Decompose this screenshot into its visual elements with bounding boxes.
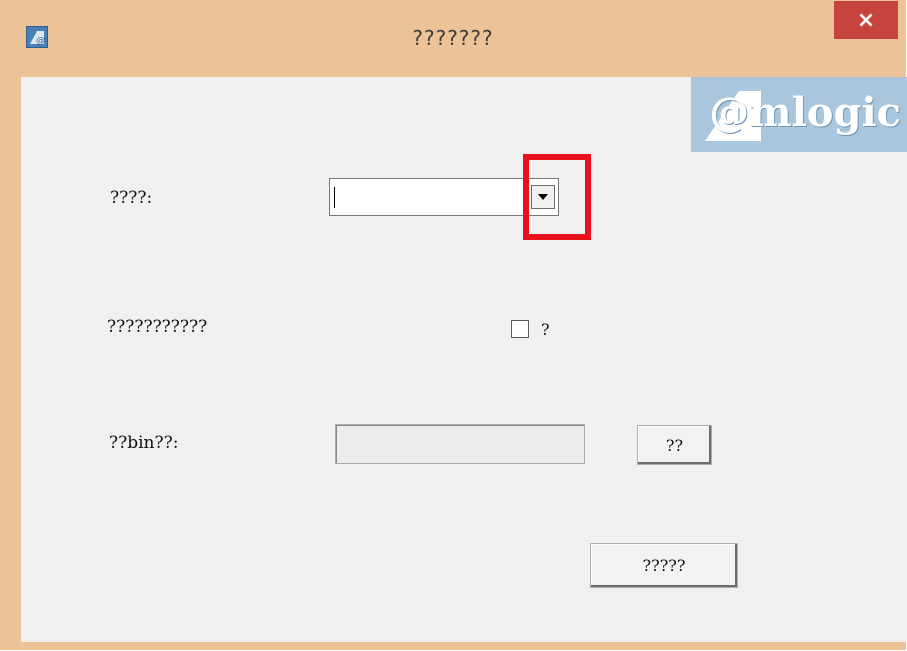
text-caret [334,187,335,208]
browse-button[interactable]: ?? [637,425,712,465]
app-window: @ ??????? × @mlogic ????: ??????????? ? … [0,0,907,650]
logo-text: @mlogic [709,89,901,136]
device-label: ????: [110,188,153,208]
dialog-body: @mlogic ????: ??????????? ? ??bin??: ?? … [21,77,907,642]
ok-button[interactable]: ????? [590,543,738,588]
option-label: ??????????? [107,317,208,337]
checkbox-label: ? [541,320,550,339]
option-checkbox[interactable] [511,320,529,338]
title-bar[interactable]: @ ??????? × [0,0,906,77]
amlogic-logo: @mlogic [691,77,907,152]
window-title: ??????? [412,26,494,50]
close-button[interactable]: × [834,1,898,39]
bin-path-field[interactable] [335,424,585,464]
highlight-box [523,154,591,240]
bin-file-label: ??bin??: [109,433,179,453]
close-icon: × [856,7,876,33]
